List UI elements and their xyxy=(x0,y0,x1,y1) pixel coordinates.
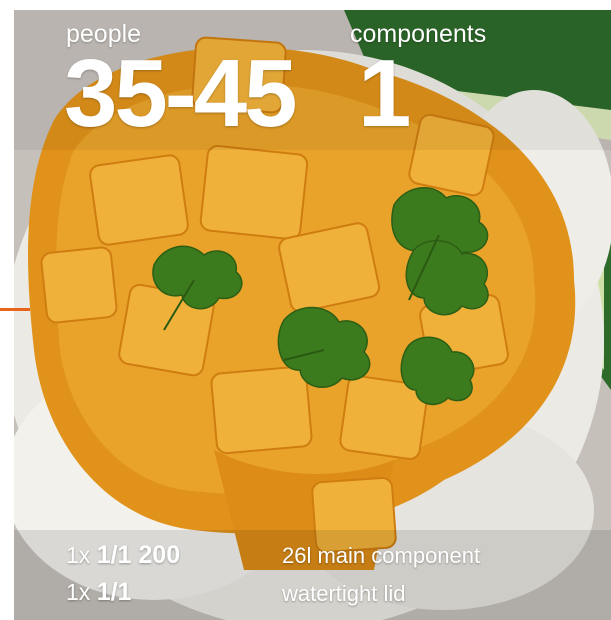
spec-description: watertight lid xyxy=(282,581,406,606)
accent-line xyxy=(0,308,30,311)
spec-description: 26l main component xyxy=(282,543,481,568)
people-value: 35-45 xyxy=(64,40,298,147)
spec-quantity: 1x xyxy=(66,542,91,568)
spec-row: 1x 1/1 xyxy=(66,578,131,607)
spec-row: 1x 1/1 200 xyxy=(66,541,180,570)
product-card: people components 35-45 1 1x 1/1 200 1x … xyxy=(0,0,611,620)
spec-size: 1/1 xyxy=(96,578,132,606)
spec-quantity: 1x xyxy=(66,579,91,605)
spec-size: 1/1 200 xyxy=(96,541,181,569)
components-value: 1 xyxy=(358,40,412,147)
